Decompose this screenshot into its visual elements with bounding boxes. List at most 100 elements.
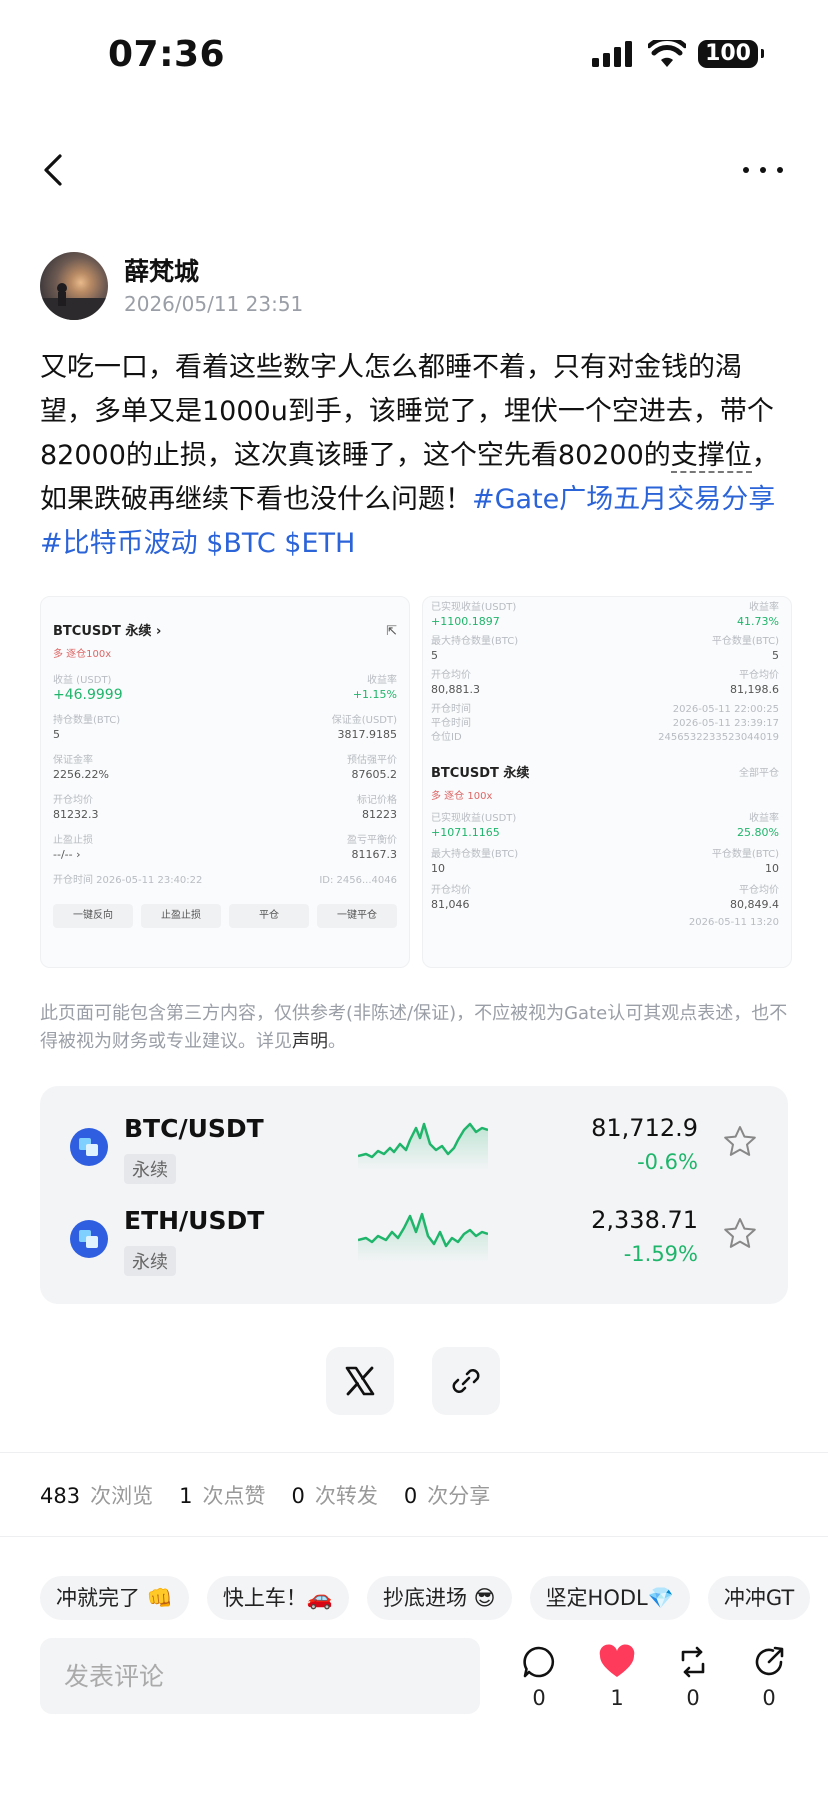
pair-change: -0.6% [637,1150,698,1174]
pair-tag: 永续 [124,1246,176,1276]
disclaimer: 此页面可能包含第三方内容，仅供参考(非陈述/保证)，不应被视为Gate认可其观点… [40,1000,792,1056]
image-value: 10 [765,862,779,875]
image-value: 25.80% [737,826,779,839]
reposts-count: 0 [291,1484,305,1508]
image-value: 81,198.6 [730,683,779,696]
image-value: 81,046 [431,898,470,911]
post-text-part: 又吃一口，看着这些数字人怎么都睡不着，只有对金钱的渴望，多单又是1000u到手，… [40,352,774,471]
quick-reply-chip[interactable]: 坚定HODL💎 [529,1576,690,1620]
market-row-eth[interactable]: ETH/USDT 永续 2,338.71 -1.59% [40,1196,788,1288]
image-label: 全部平仓 [739,768,779,779]
market-row-btc[interactable]: BTC/USDT 永续 81,712.9 -0.6% [40,1104,788,1196]
quick-reply-chip[interactable]: 抄底进场 😎 [366,1576,512,1620]
sparkline [358,1122,488,1170]
image-button: 止盈止损 [141,904,221,928]
shares-count: 0 [403,1484,418,1508]
hashtag-link[interactable]: #比特币波动 [40,528,198,559]
image-value: +46.9999 [53,687,123,703]
comment-action[interactable]: 0 [514,1644,564,1710]
avatar[interactable] [40,252,108,320]
image-value: 10 [431,862,445,875]
pair-name: BTC/USDT [124,1114,264,1143]
back-icon[interactable] [34,148,74,192]
image-label: 收益率 [367,675,397,686]
image-label: 最大持仓数量(BTC) [431,849,519,860]
image-value: 5 [431,649,438,662]
disclaimer-text: 此页面可能包含第三方内容，仅供参考(非陈述/保证)，不应被视为Gate认可其观点… [40,1003,788,1052]
like-action[interactable]: 1 [592,1644,642,1710]
likes-label: 次点赞 [202,1484,266,1508]
copy-link-button[interactable] [432,1347,500,1415]
hashtag-link[interactable]: #Gate广场五月交易分享 [472,484,775,515]
comment-count: 0 [532,1686,546,1710]
term-link[interactable]: 支撑位 [670,440,752,473]
image-label: ID: 2456...4046 [319,875,397,886]
image-value: 81223 [362,808,397,821]
more-icon[interactable] [738,150,788,190]
avatar-silhouette-icon [40,283,108,320]
image-value: +1.15% [352,688,397,701]
image-button: 平仓 [229,904,309,928]
heart-icon [599,1644,635,1677]
pair-change: -1.59% [623,1242,698,1266]
image-label: 开仓时间 [431,704,471,715]
views-label: 次浏览 [90,1484,154,1508]
status-time: 07:36 [108,34,226,75]
image-value: 5 [772,649,779,662]
image-label: 收益 (USDT) [53,675,112,686]
share-count: 0 [762,1686,776,1710]
image-value: +1071.1165 [431,826,500,839]
share-icon: ⇱ [386,624,397,639]
image-badge: 多 逐仓 100x [431,791,493,802]
status-icons: 100 [592,40,764,68]
author-name[interactable]: 薛梵城 [124,252,199,288]
quick-reply-chip[interactable]: 冲冲GT [707,1576,811,1620]
image-label: 开仓时间 2026-05-11 23:40:22 [53,875,203,886]
image-label: 2456532233523044019 [658,732,779,743]
image-value: 3817.9185 [337,728,398,741]
comment-bar: 冲就完了 👊 快上车！🚗 抄底进场 😎 坚定HODL💎 冲冲GT 0 1 0 0 [0,1548,828,1795]
image-label: 2026-05-11 23:39:17 [672,718,779,729]
image-value: +1100.1897 [431,615,500,628]
post-image-history[interactable]: 已实现收益(USDT) 收益率 +1100.1897 41.73% 最大持仓数量(B… [422,596,792,968]
image-title: BTCUSDT 永续 › [53,624,162,639]
image-label: 开仓均价 [53,795,93,806]
image-label: 开仓均价 [431,885,471,896]
x-logo-icon [345,1366,375,1396]
views-count: 483 [40,1484,81,1508]
image-label: 已实现收益(USDT) [431,813,517,824]
post-image-position[interactable]: BTCUSDT 永续 › ⇱ 多 逐仓100x 收益 (USDT) 收益率 +46… [40,596,410,968]
post-stats: 483 次浏览 1 次点赞 0 次转发 0 次分享 [40,1480,516,1510]
statement-link[interactable]: 声明 [292,1031,328,1052]
image-button: 一键平仓 [317,904,397,928]
star-icon[interactable] [722,1216,758,1252]
image-label: 标记价格 [357,795,397,806]
post-timestamp: 2026/05/11 23:51 [124,292,304,316]
share-arrow-icon [755,1646,784,1676]
signal-icon [592,41,633,67]
share-action[interactable]: 0 [744,1644,794,1710]
image-label: 持仓数量(BTC) [53,715,121,726]
image-label: 止盈止损 [53,835,93,846]
image-value: 81167.3 [351,848,398,861]
image-title: BTCUSDT 永续 [431,766,530,781]
ticker-link[interactable]: $ETH [284,528,355,559]
repost-action[interactable]: 0 [668,1644,718,1710]
quick-reply-chip[interactable]: 快上车！🚗 [206,1576,349,1620]
share-x-button[interactable] [326,1347,394,1415]
image-label: 已实现收益(USDT) [431,602,517,613]
image-label: 平仓数量(BTC) [711,636,779,647]
star-icon[interactable] [722,1124,758,1160]
image-value: --/-- › [53,848,81,861]
quick-reply-chip[interactable]: 冲就完了 👊 [40,1576,189,1620]
comment-input[interactable] [40,1638,480,1714]
pair-name: ETH/USDT [124,1206,265,1235]
image-label: 平仓均价 [739,670,779,681]
ticker-link[interactable]: $BTC [206,528,275,559]
image-value: 80,881.3 [431,683,480,696]
wifi-icon [648,40,687,67]
image-value: 2256.22% [53,768,109,781]
divider [0,1536,828,1537]
top-nav [0,140,828,200]
pair-price: 2,338.71 [591,1206,698,1234]
